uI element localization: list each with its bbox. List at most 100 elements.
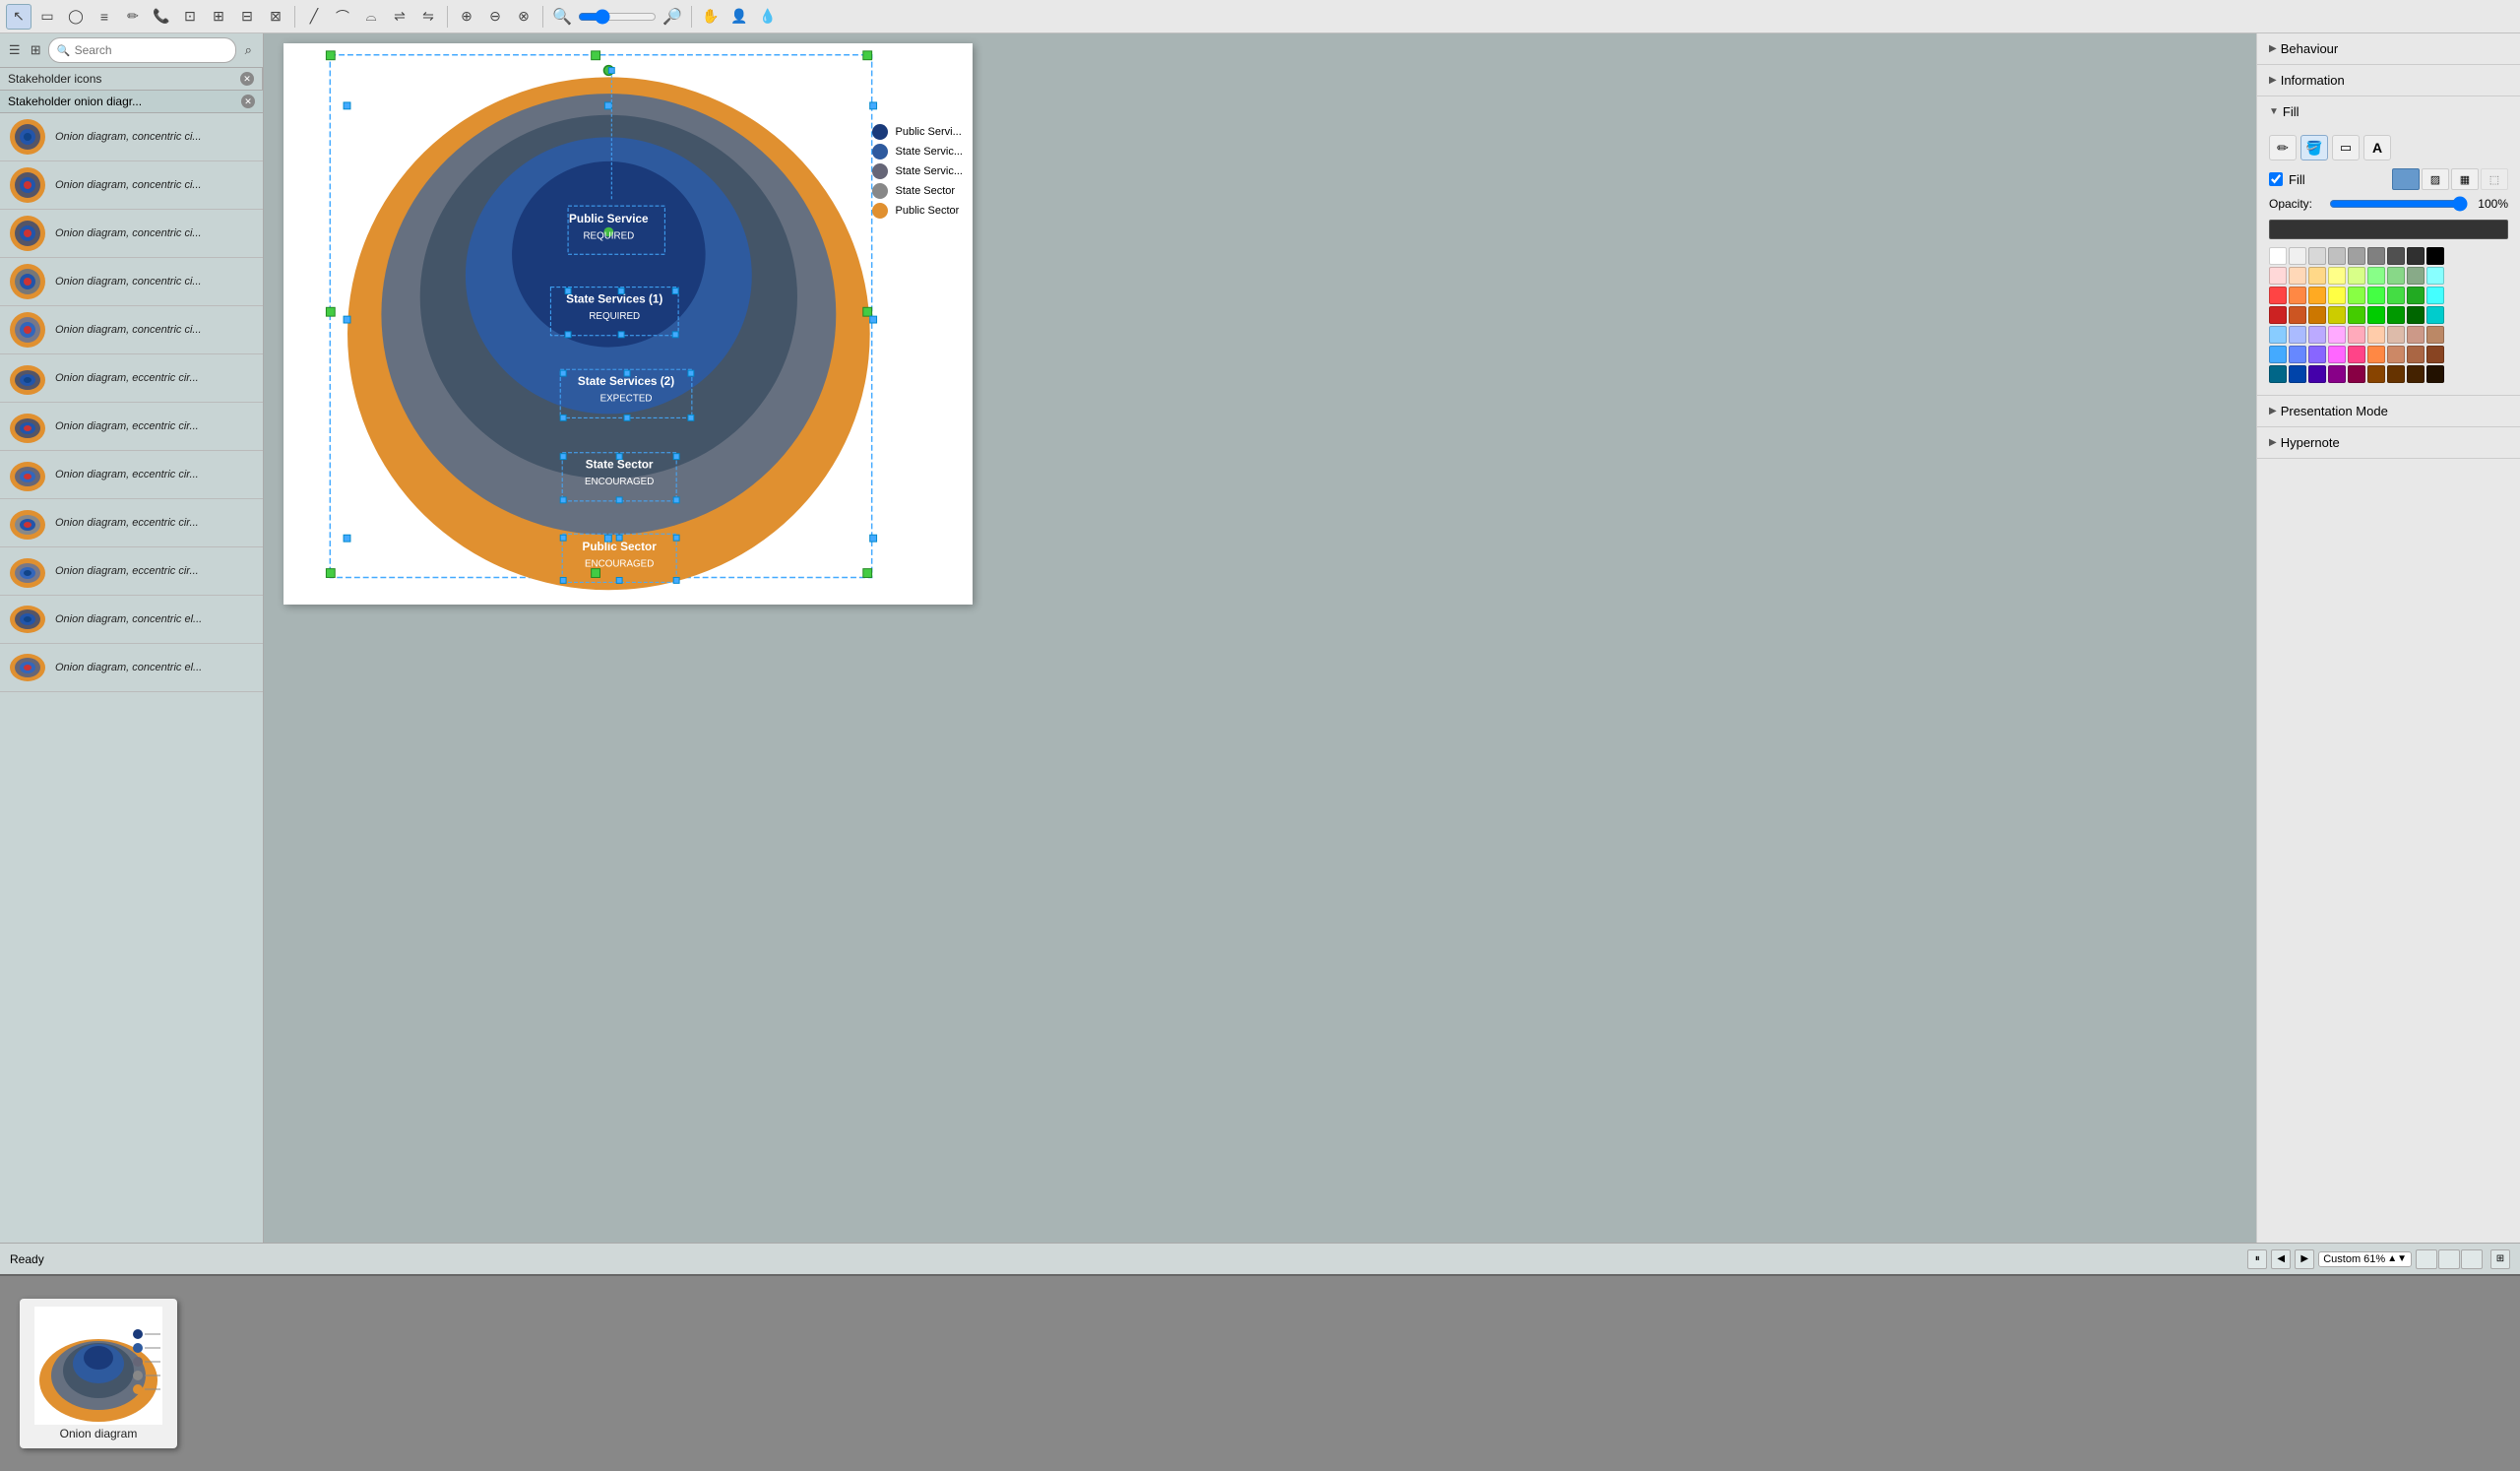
swatch-e2[interactable] [2289,346,2306,363]
view-mode-2[interactable] [2438,1249,2460,1269]
list-item[interactable]: Onion diagram, eccentric cir... [0,403,263,451]
link-tool[interactable]: ╱ [301,4,327,30]
eyedrop-tool[interactable]: 💧 [755,4,781,30]
swatch-e5[interactable] [2348,346,2365,363]
swatch-s2[interactable] [2289,287,2306,304]
swatch-b3[interactable] [2308,326,2326,344]
swatch-e6[interactable] [2367,346,2385,363]
swatch-s4[interactable] [2328,287,2346,304]
list-item[interactable]: Onion diagram, eccentric cir... [0,547,263,596]
zoom-slider[interactable] [578,9,657,25]
swatch-r9[interactable] [2426,267,2444,285]
swatch-gray3[interactable] [2367,247,2385,265]
opacity-slider[interactable] [2329,196,2468,212]
list-item[interactable]: Onion diagram, concentric ci... [0,258,263,306]
swatch-r8[interactable] [2407,267,2425,285]
swatch-d6[interactable] [2367,306,2385,324]
list-item[interactable]: Onion diagram, eccentric cir... [0,499,263,547]
swatch-d2[interactable] [2289,306,2306,324]
tag-close-icons[interactable]: ✕ [240,72,254,86]
swatch-b7[interactable] [2387,326,2405,344]
tag-close-onion[interactable]: ✕ [241,95,255,108]
align-tool[interactable]: ⊗ [511,4,536,30]
view-mode-1[interactable] [2416,1249,2437,1269]
fill-color-preview[interactable] [2269,220,2508,239]
swatch-d8[interactable] [2407,306,2425,324]
swatch-f7[interactable] [2387,365,2405,383]
swatch-e9[interactable] [2426,346,2444,363]
fill-header[interactable]: ▼ Fill [2257,96,2520,127]
list-item[interactable]: Onion diagram, concentric el... [0,596,263,644]
sidebar-search-btn[interactable]: ⌕ [240,38,257,62]
swatch-b9[interactable] [2426,326,2444,344]
text-style-btn[interactable]: A [2363,135,2391,160]
swatch-r4[interactable] [2328,267,2346,285]
ungroup-tool[interactable]: ⊖ [482,4,508,30]
swatch-e4[interactable] [2328,346,2346,363]
search-box[interactable]: 🔍 [48,37,236,63]
fill-gradient-btn[interactable]: ▨ [2422,168,2449,190]
swatch-e8[interactable] [2407,346,2425,363]
text-tool[interactable]: ≡ [92,4,117,30]
swatch-d4[interactable] [2328,306,2346,324]
swatch-gray1[interactable] [2328,247,2346,265]
bend-tool[interactable]: ⌓ [358,4,384,30]
behaviour-header[interactable]: ▶ Behaviour [2257,33,2520,64]
join-tool[interactable]: ⇋ [415,4,441,30]
list-item[interactable]: Onion diagram, concentric ci... [0,210,263,258]
search-input[interactable] [75,43,227,57]
swatch-f3[interactable] [2308,365,2326,383]
swatch-darkgray2[interactable] [2407,247,2425,265]
pause-btn[interactable]: ⏸ [2247,1249,2267,1269]
swatch-d7[interactable] [2387,306,2405,324]
tool2[interactable]: ⊞ [206,4,231,30]
tag-stakeholder-icons[interactable]: Stakeholder icons ✕ [0,68,263,90]
swatch-f6[interactable] [2367,365,2385,383]
swatch-e7[interactable] [2387,346,2405,363]
swatch-s3[interactable] [2308,287,2326,304]
curve-tool[interactable]: ⌒ [330,4,355,30]
sidebar-grid-btn[interactable]: ⊞ [27,38,43,62]
swatch-r1[interactable] [2269,267,2287,285]
swatch-b6[interactable] [2367,326,2385,344]
border-btn[interactable]: ▭ [2332,135,2360,160]
diagram-svg[interactable]: Public Service REQUIRED State Services (… [284,43,973,605]
presentation-header[interactable]: ▶ Presentation Mode [2257,396,2520,426]
swatch-b1[interactable] [2269,326,2287,344]
swatch-r2[interactable] [2289,267,2306,285]
tool1[interactable]: ⊡ [177,4,203,30]
list-item[interactable]: Onion diagram, concentric ci... [0,306,263,354]
swatch-d5[interactable] [2348,306,2365,324]
swatch-f5[interactable] [2348,365,2365,383]
user-tool[interactable]: 👤 [726,4,752,30]
zoom-out-tool[interactable]: 🔍 [549,4,575,30]
hypernote-header[interactable]: ▶ Hypernote [2257,427,2520,458]
swatch-black[interactable] [2426,247,2444,265]
swatch-r6[interactable] [2367,267,2385,285]
sidebar-menu-btn[interactable]: ☰ [6,38,23,62]
pen-btn[interactable]: ✏ [2269,135,2297,160]
fill-checkbox[interactable] [2269,172,2283,186]
zoom-in-tool[interactable]: 🔎 [660,4,685,30]
fill-solid-btn[interactable] [2392,168,2420,190]
split-tool[interactable]: ⇌ [387,4,412,30]
tool4[interactable]: ⊠ [263,4,288,30]
list-item[interactable]: Onion diagram, eccentric cir... [0,354,263,403]
swatch-e3[interactable] [2308,346,2326,363]
swatch-lightgray2[interactable] [2308,247,2326,265]
swatch-s9[interactable] [2426,287,2444,304]
hand-tool[interactable]: ✋ [698,4,724,30]
swatch-r3[interactable] [2308,267,2326,285]
view-mode-3[interactable] [2461,1249,2483,1269]
swatch-r7[interactable] [2387,267,2405,285]
phone-tool[interactable]: 📞 [149,4,174,30]
expand-btn[interactable]: ⊞ [2490,1249,2510,1269]
swatch-darkgray1[interactable] [2387,247,2405,265]
ellipse-tool[interactable]: ◯ [63,4,89,30]
next-btn[interactable]: ▶ [2295,1249,2314,1269]
swatch-lightgray1[interactable] [2289,247,2306,265]
swatch-s8[interactable] [2407,287,2425,304]
swatch-s7[interactable] [2387,287,2405,304]
swatch-s5[interactable] [2348,287,2365,304]
canvas-area[interactable]: Public Service REQUIRED State Services (… [264,33,2256,1243]
